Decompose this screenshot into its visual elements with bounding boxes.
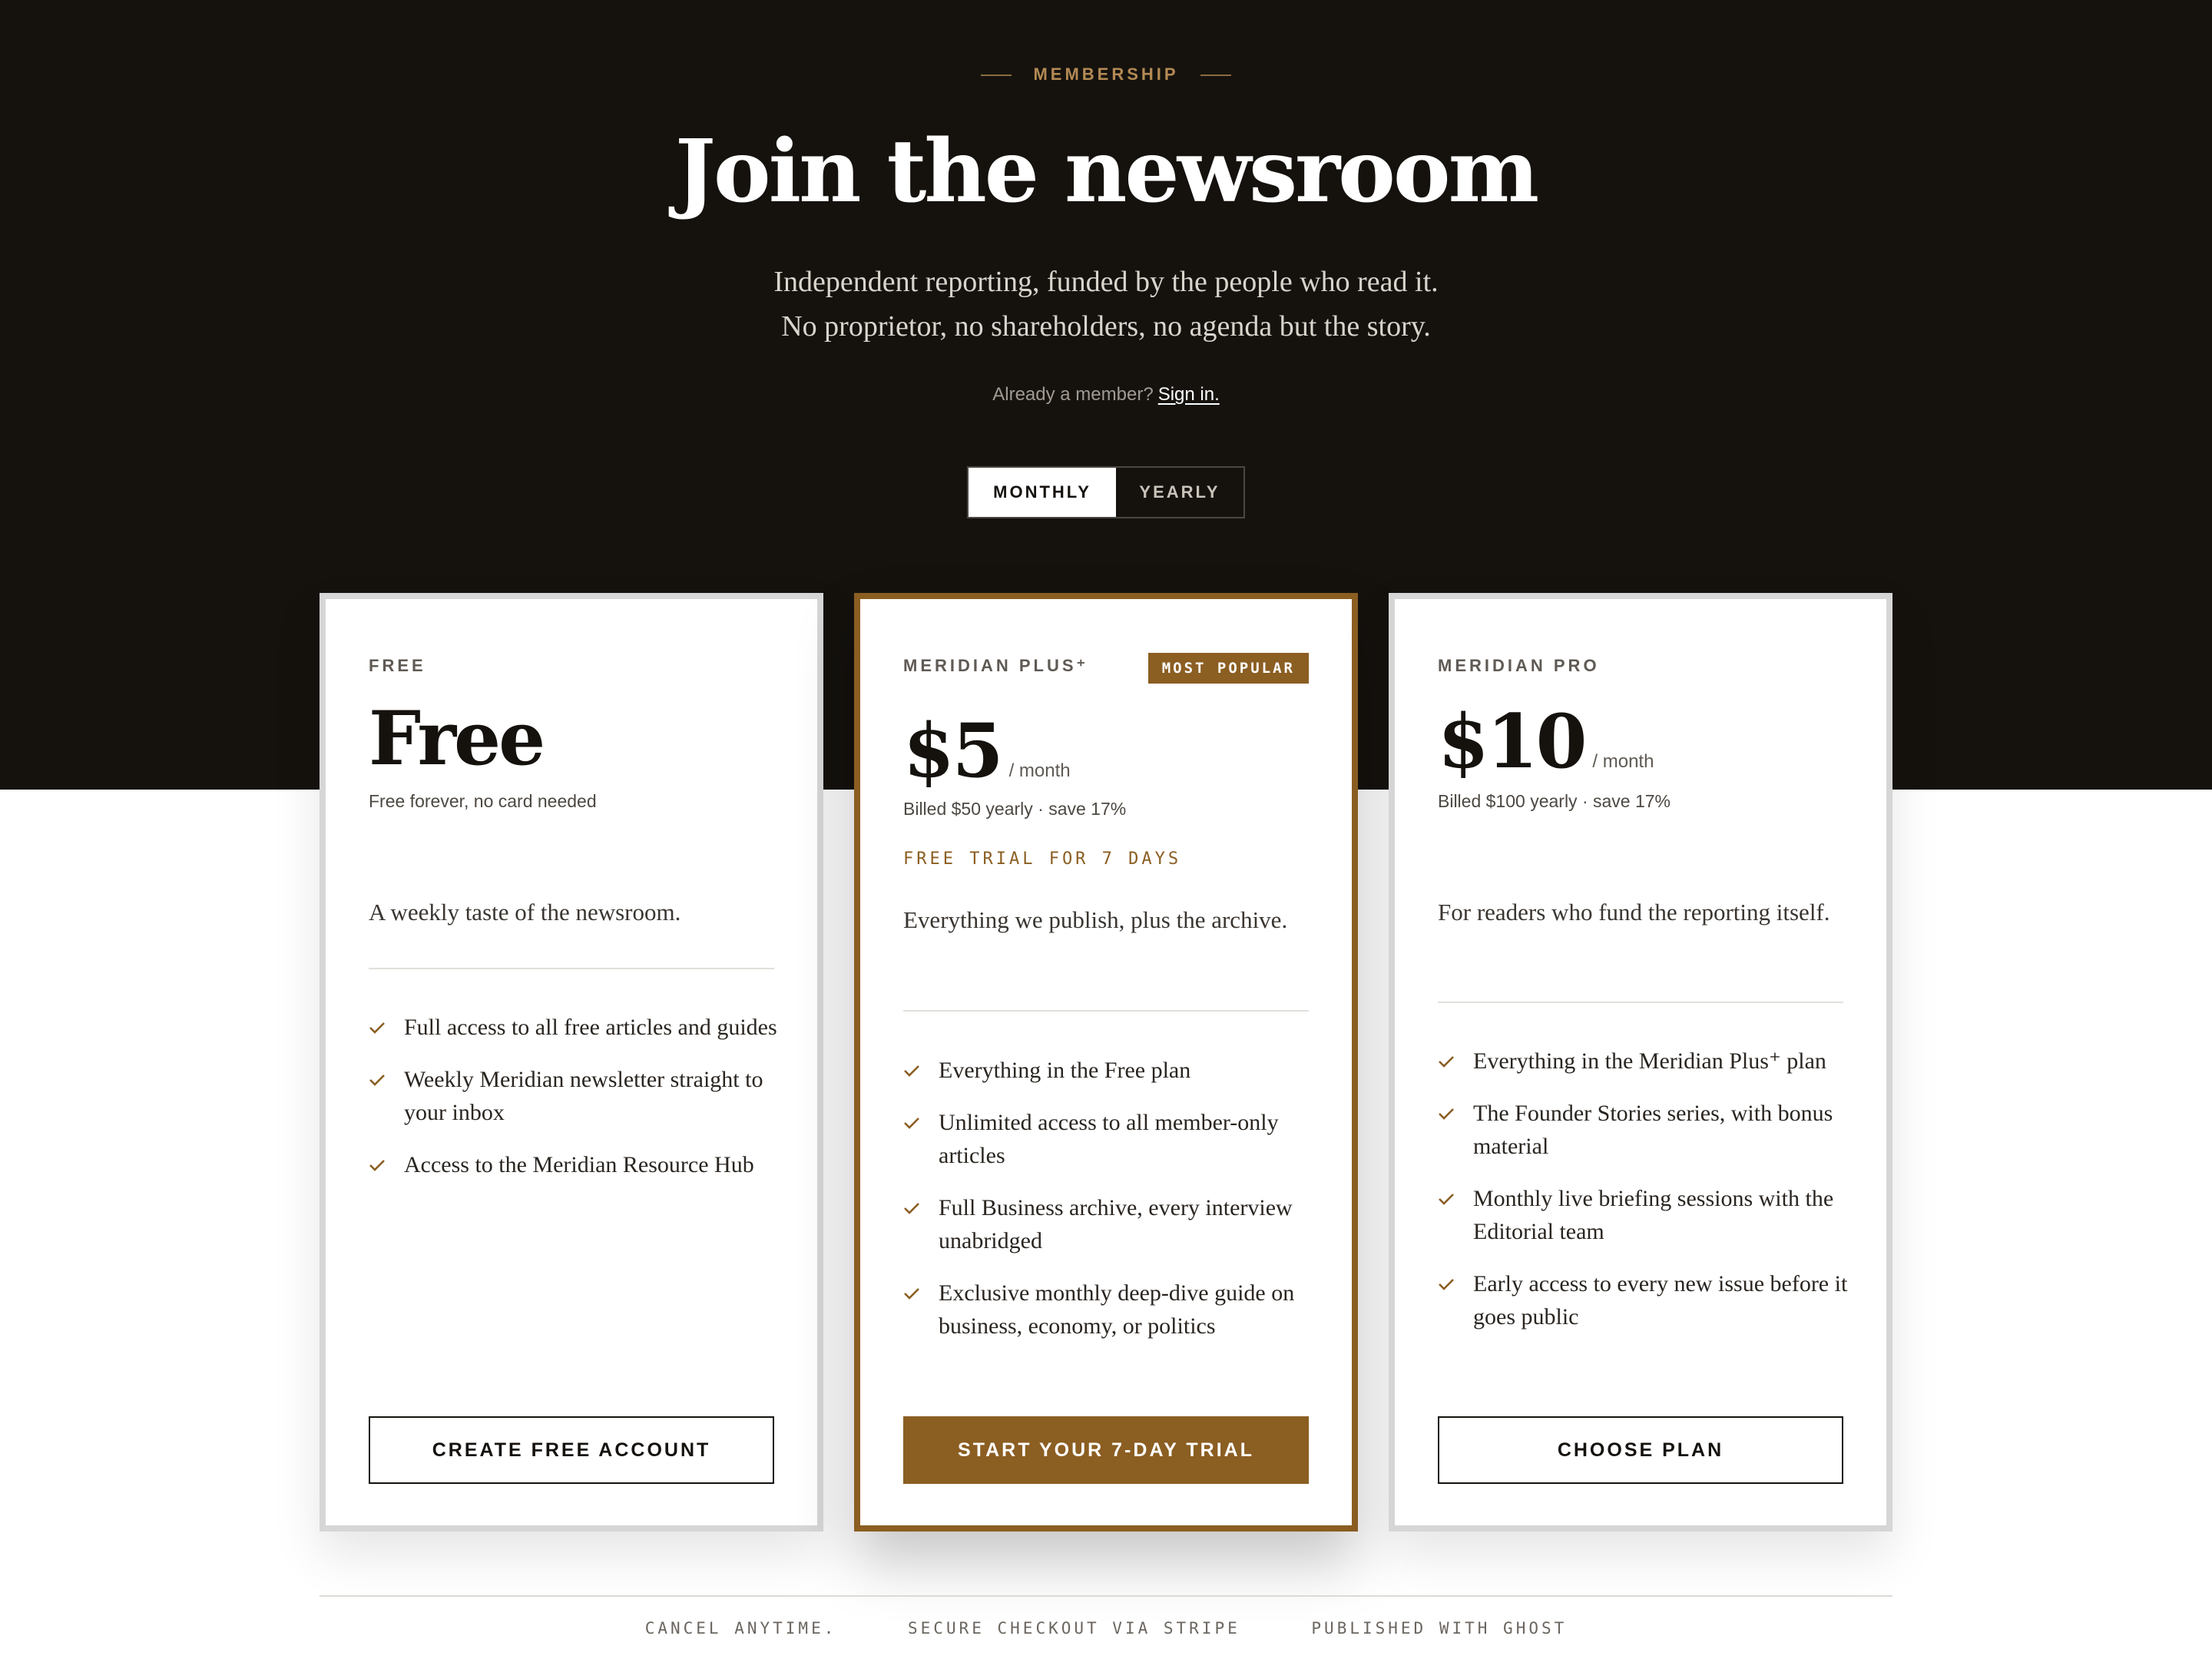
- check-icon: [1439, 1108, 1454, 1120]
- plan-card-pro: MERIDIAN PRO $10/ month Billed $100 year…: [1389, 593, 1892, 1532]
- plan-description: Everything we publish, plus the archive.: [903, 906, 1288, 933]
- feature-text: Full access to all free articles and gui…: [404, 1015, 777, 1040]
- feature-text: Full Business archive, every interview u…: [939, 1195, 1293, 1253]
- footer-secure-checkout: SECURE CHECKOUT VIA STRIPE: [908, 1619, 1240, 1637]
- feature-item: Weekly Meridian newsletter straight to y…: [369, 1063, 783, 1129]
- check-icon: [904, 1288, 919, 1300]
- plan-card-plus: MERIDIAN PLUS⁺ MOST POPULAR $5/ month Bi…: [854, 593, 1358, 1532]
- plan-divider: [369, 968, 774, 969]
- feature-item: Unlimited access to all member-only arti…: [903, 1106, 1318, 1172]
- feature-item: Early access to every new issue before i…: [1438, 1267, 1853, 1333]
- choose-plan-button[interactable]: CHOOSE PLAN: [1438, 1416, 1843, 1484]
- page-title: Join the newsroom: [674, 121, 1539, 222]
- check-icon: [369, 1075, 385, 1086]
- eyebrow-label: MEMBERSHIP: [1033, 65, 1179, 84]
- feature-item: Everything in the Meridian Plus⁺ plan: [1438, 1045, 1853, 1078]
- feature-text: Weekly Meridian newsletter straight to y…: [404, 1067, 763, 1125]
- toggle-monthly[interactable]: MONTHLY: [969, 468, 1116, 517]
- feature-item: The Founder Stories series, with bonus m…: [1438, 1097, 1853, 1163]
- eyebrow-rule-right: [1200, 75, 1231, 77]
- check-icon: [904, 1065, 919, 1077]
- billing-toggle: MONTHLY YEARLY: [967, 466, 1245, 518]
- footer-divider: [320, 1595, 1892, 1597]
- check-icon: [904, 1203, 919, 1214]
- hero-subtitle: Independent reporting, funded by the peo…: [0, 260, 2212, 349]
- feature-item: Monthly live briefing sessions with the …: [1438, 1182, 1853, 1248]
- feature-item: Exclusive monthly deep-dive guide on bus…: [903, 1277, 1318, 1343]
- plan-features: Everything in the Free plan Unlimited ac…: [903, 1054, 1318, 1362]
- start-trial-button[interactable]: START YOUR 7-DAY TRIAL: [903, 1416, 1309, 1484]
- check-icon: [369, 1022, 385, 1034]
- plan-billed: Billed $100 yearly · save 17%: [1438, 791, 1671, 811]
- plan-tier: MERIDIAN PLUS⁺: [903, 656, 1089, 675]
- plan-price: $5/ month: [903, 714, 1071, 788]
- signin-link[interactable]: Sign in.: [1158, 384, 1220, 405]
- plan-period: / month: [1008, 760, 1071, 781]
- plan-divider: [1438, 1002, 1843, 1003]
- feature-item: Full Business archive, every interview u…: [903, 1191, 1318, 1257]
- eyebrow-rule-left: [981, 75, 1012, 77]
- plan-card-free: FREE Free Free forever, no card needed A…: [320, 593, 823, 1532]
- plan-features: Everything in the Meridian Plus⁺ plan Th…: [1438, 1045, 1853, 1353]
- plan-price-value: Free: [369, 695, 545, 782]
- hero-subtitle-line-1: Independent reporting, funded by the peo…: [773, 266, 1439, 298]
- eyebrow: MEMBERSHIP: [0, 65, 2212, 84]
- footer-cancel-anytime: CANCEL ANYTIME.: [644, 1619, 837, 1637]
- feature-item: Access to the Meridian Resource Hub: [369, 1148, 783, 1181]
- plan-tier: MERIDIAN PRO: [1438, 656, 1600, 675]
- footer: CANCEL ANYTIME. SECURE CHECKOUT VIA STRI…: [0, 1619, 2212, 1637]
- plan-description: A weekly taste of the newsroom.: [369, 899, 681, 926]
- plan-price: $10/ month: [1438, 705, 1654, 779]
- plan-tier: FREE: [369, 656, 426, 675]
- plan-period: / month: [1592, 751, 1654, 772]
- plan-description: For readers who fund the reporting itsel…: [1438, 899, 1830, 926]
- plan-price: Free: [369, 702, 545, 776]
- feature-text: Exclusive monthly deep-dive guide on bus…: [939, 1280, 1295, 1339]
- check-icon: [1439, 1056, 1454, 1068]
- feature-text: Access to the Meridian Resource Hub: [404, 1152, 754, 1177]
- check-icon: [904, 1118, 919, 1129]
- feature-text: Everything in the Meridian Plus⁺ plan: [1473, 1048, 1826, 1074]
- most-popular-badge: MOST POPULAR: [1147, 653, 1309, 684]
- create-free-account-button[interactable]: CREATE FREE ACCOUNT: [369, 1416, 774, 1484]
- plan-features: Full access to all free articles and gui…: [369, 1011, 783, 1200]
- free-trial-note: FREE TRIAL FOR 7 DAYS: [903, 849, 1182, 869]
- plan-divider: [903, 1010, 1309, 1012]
- feature-item: Full access to all free articles and gui…: [369, 1011, 783, 1044]
- toggle-yearly[interactable]: YEARLY: [1116, 468, 1243, 517]
- plan-billed: Free forever, no card needed: [369, 791, 597, 811]
- feature-text: The Founder Stories series, with bonus m…: [1473, 1101, 1833, 1159]
- signin-row: Already a member? Sign in.: [0, 384, 2212, 406]
- signin-prompt: Already a member?: [992, 384, 1154, 405]
- hero-subtitle-line-2: No proprietor, no shareholders, no agend…: [781, 310, 1431, 343]
- feature-text: Unlimited access to all member-only arti…: [939, 1110, 1279, 1168]
- plan-price-value: $5: [903, 707, 1004, 794]
- plan-billed: Billed $50 yearly · save 17%: [903, 799, 1127, 819]
- check-icon: [1439, 1279, 1454, 1290]
- check-icon: [1439, 1194, 1454, 1205]
- check-icon: [369, 1160, 385, 1171]
- plan-price-value: $10: [1438, 698, 1587, 785]
- feature-text: Everything in the Free plan: [939, 1058, 1191, 1083]
- feature-text: Monthly live briefing sessions with the …: [1473, 1186, 1834, 1244]
- feature-item: Everything in the Free plan: [903, 1054, 1318, 1087]
- feature-text: Early access to every new issue before i…: [1473, 1271, 1848, 1330]
- footer-published-with: PUBLISHED WITH GHOST: [1311, 1619, 1568, 1637]
